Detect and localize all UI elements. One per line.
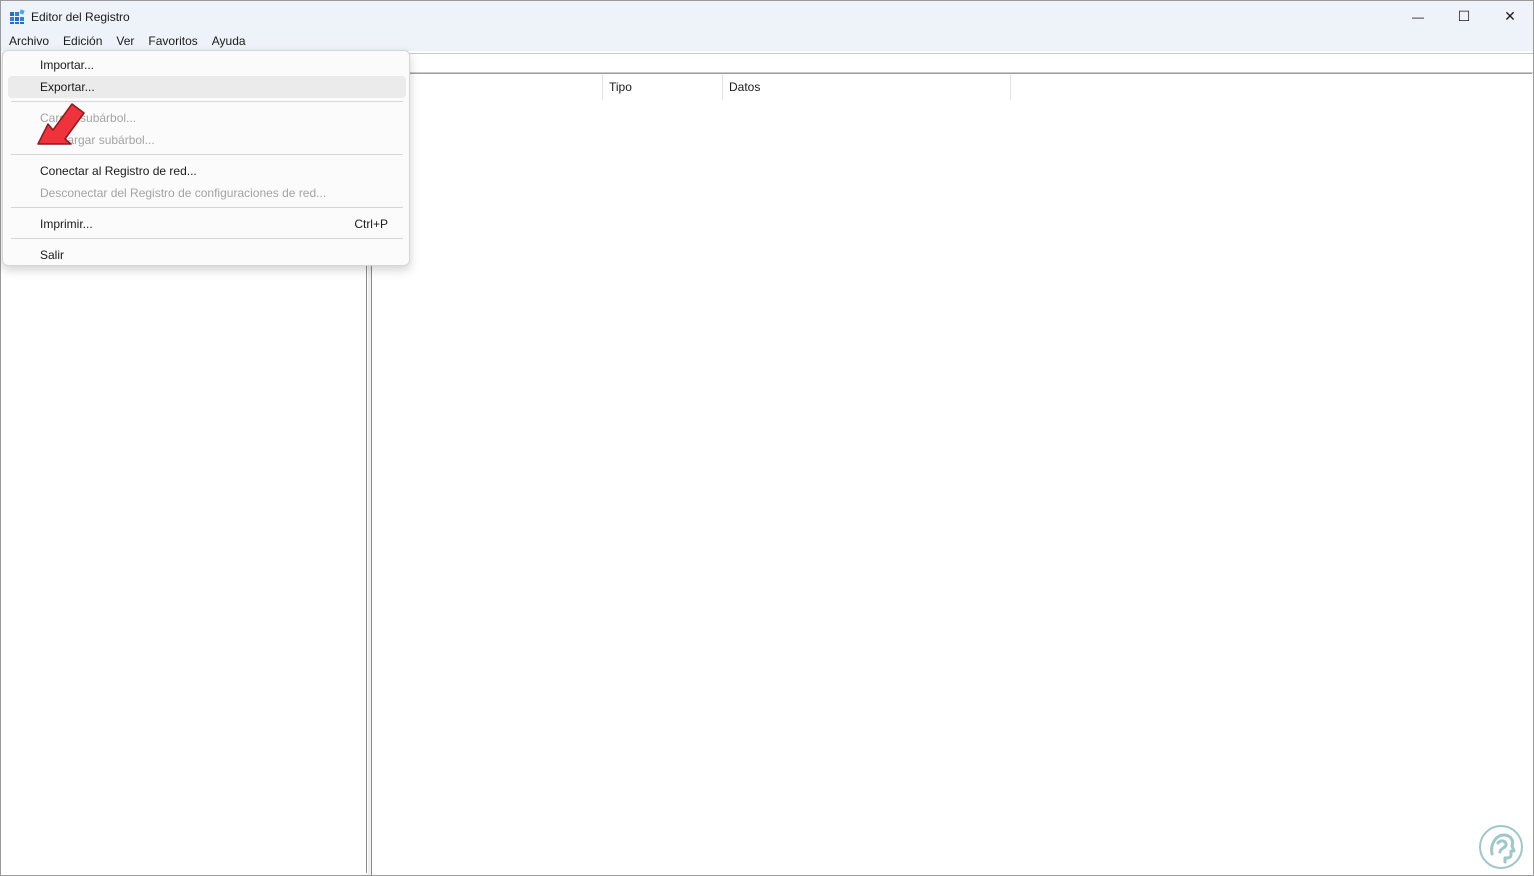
- menu-separator: [11, 207, 403, 208]
- maximize-icon: ☐: [1457, 8, 1471, 24]
- menu-item-conectar-registro-red[interactable]: Conectar al Registro de red...: [8, 160, 406, 182]
- menu-item-imprimir[interactable]: Imprimir... Ctrl+P: [8, 213, 406, 235]
- maximize-button[interactable]: ☐: [1441, 1, 1487, 32]
- column-header-data[interactable]: Datos: [723, 74, 1011, 100]
- values-list-pane[interactable]: re Tipo Datos: [372, 73, 1532, 875]
- menu-separator: [11, 154, 403, 155]
- list-header: re Tipo Datos: [372, 74, 1532, 100]
- site-logo-icon: [1479, 825, 1523, 869]
- window-title: Editor del Registro: [31, 9, 130, 24]
- menu-favoritos[interactable]: Favoritos: [141, 32, 204, 51]
- menu-item-desconectar-registro-red: Desconectar del Registro de configuracio…: [40, 186, 327, 200]
- minimize-icon: —: [1412, 9, 1424, 24]
- menu-ayuda[interactable]: Ayuda: [205, 32, 253, 51]
- menu-bar: Archivo Edición Ver Favoritos Ayuda: [1, 32, 1533, 51]
- menu-item-importar[interactable]: Importar...: [8, 54, 406, 76]
- menu-edicion[interactable]: Edición: [56, 32, 109, 51]
- menu-separator: [11, 238, 403, 239]
- menu-ver[interactable]: Ver: [109, 32, 141, 51]
- registry-editor-icon: [9, 8, 25, 25]
- menu-item-salir[interactable]: Salir: [8, 244, 406, 266]
- minimize-button[interactable]: —: [1395, 1, 1441, 32]
- red-arrow-pointer-icon: [37, 103, 85, 145]
- close-button[interactable]: ✕: [1487, 1, 1533, 32]
- column-header-type[interactable]: Tipo: [603, 74, 723, 100]
- title-bar[interactable]: Editor del Registro — ☐ ✕: [1, 1, 1533, 32]
- menu-archivo[interactable]: Archivo: [1, 32, 56, 51]
- menu-item-imprimir-label: Imprimir...: [40, 217, 93, 231]
- close-icon: ✕: [1504, 8, 1516, 24]
- window-controls: — ☐ ✕: [1395, 1, 1533, 32]
- file-menu-dropdown: Importar... Exportar... Cargar subárbol.…: [2, 50, 410, 266]
- shortcut-ctrl-p: Ctrl+P: [354, 217, 388, 231]
